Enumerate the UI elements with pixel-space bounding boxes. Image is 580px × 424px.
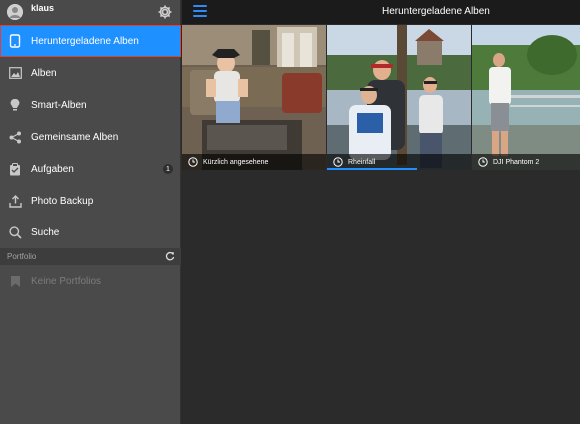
image-icon [8,66,22,80]
album-caption-bar: DJI Phantom 2 [472,154,580,170]
bookmark-icon [8,274,22,288]
album-thumbnail [182,25,326,170]
clock-icon [333,157,343,167]
share-icon [8,130,22,144]
clipboard-icon [8,162,22,176]
sidebar-item-label: Smart-Alben [31,99,87,111]
portfolio-empty-item: Keine Portfolios [0,266,181,296]
clock-icon [188,157,198,167]
portfolio-section-header: Portfolio [0,248,181,265]
sidebar-item-label: Alben [31,67,57,79]
album-thumbnail [327,25,471,170]
clock-icon [478,157,488,167]
album-tile-dji-phantom-2[interactable]: DJI Phantom 2 [472,25,580,170]
sidebar-item-label: Aufgaben [31,163,74,175]
sidebar-item-label: Gemeinsame Alben [31,131,119,143]
sidebar-header: klaus [0,0,180,24]
portfolio-empty-label: Keine Portfolios [31,275,102,287]
album-tile-rheinfall[interactable]: Rheinfall [327,25,471,170]
album-grid: Kürzlich angesehene Rheinfall DJI Phanto… [182,25,580,170]
download-progress-bar [327,168,417,170]
sidebar-item-smart-albums[interactable]: Smart-Alben [0,89,181,121]
sidebar-item-label: Heruntergeladene Alben [31,35,139,47]
avatar[interactable] [7,4,23,20]
album-tile-recently-viewed[interactable]: Kürzlich angesehene [182,25,326,170]
main-content: Heruntergeladene Alben Kürzlich angesehe… [182,0,580,424]
sidebar-item-tasks[interactable]: Aufgaben 1 [0,153,181,185]
refresh-icon[interactable] [165,251,175,261]
top-bar: Heruntergeladene Alben [182,0,580,24]
sidebar-item-photo-backup[interactable]: Photo Backup [0,185,181,217]
album-caption-bar: Kürzlich angesehene [182,154,326,170]
gear-icon[interactable] [157,4,173,20]
sidebar: klaus Heruntergeladene Alben Alben Smart… [0,0,181,424]
album-thumbnail [472,25,580,170]
sidebar-item-downloaded-albums[interactable]: Heruntergeladene Alben [0,25,181,57]
album-caption: DJI Phantom 2 [493,158,540,166]
lightbulb-icon [8,98,22,112]
sidebar-item-search[interactable]: Suche [0,216,181,248]
sidebar-item-label: Photo Backup [31,195,94,207]
search-icon [8,225,22,239]
upload-icon [8,194,22,208]
album-caption: Kürzlich angesehene [203,158,269,166]
sidebar-item-shared-albums[interactable]: Gemeinsame Alben [0,121,181,153]
page-title: Heruntergeladene Alben [382,6,490,17]
sidebar-item-label: Suche [31,226,60,238]
tablet-icon [8,34,22,48]
username: klaus [31,3,55,13]
menu-icon[interactable] [193,5,207,19]
sidebar-item-albums[interactable]: Alben [0,57,181,89]
portfolio-section-label: Portfolio [7,252,37,261]
task-count-badge: 1 [163,164,173,174]
album-caption: Rheinfall [348,158,376,166]
